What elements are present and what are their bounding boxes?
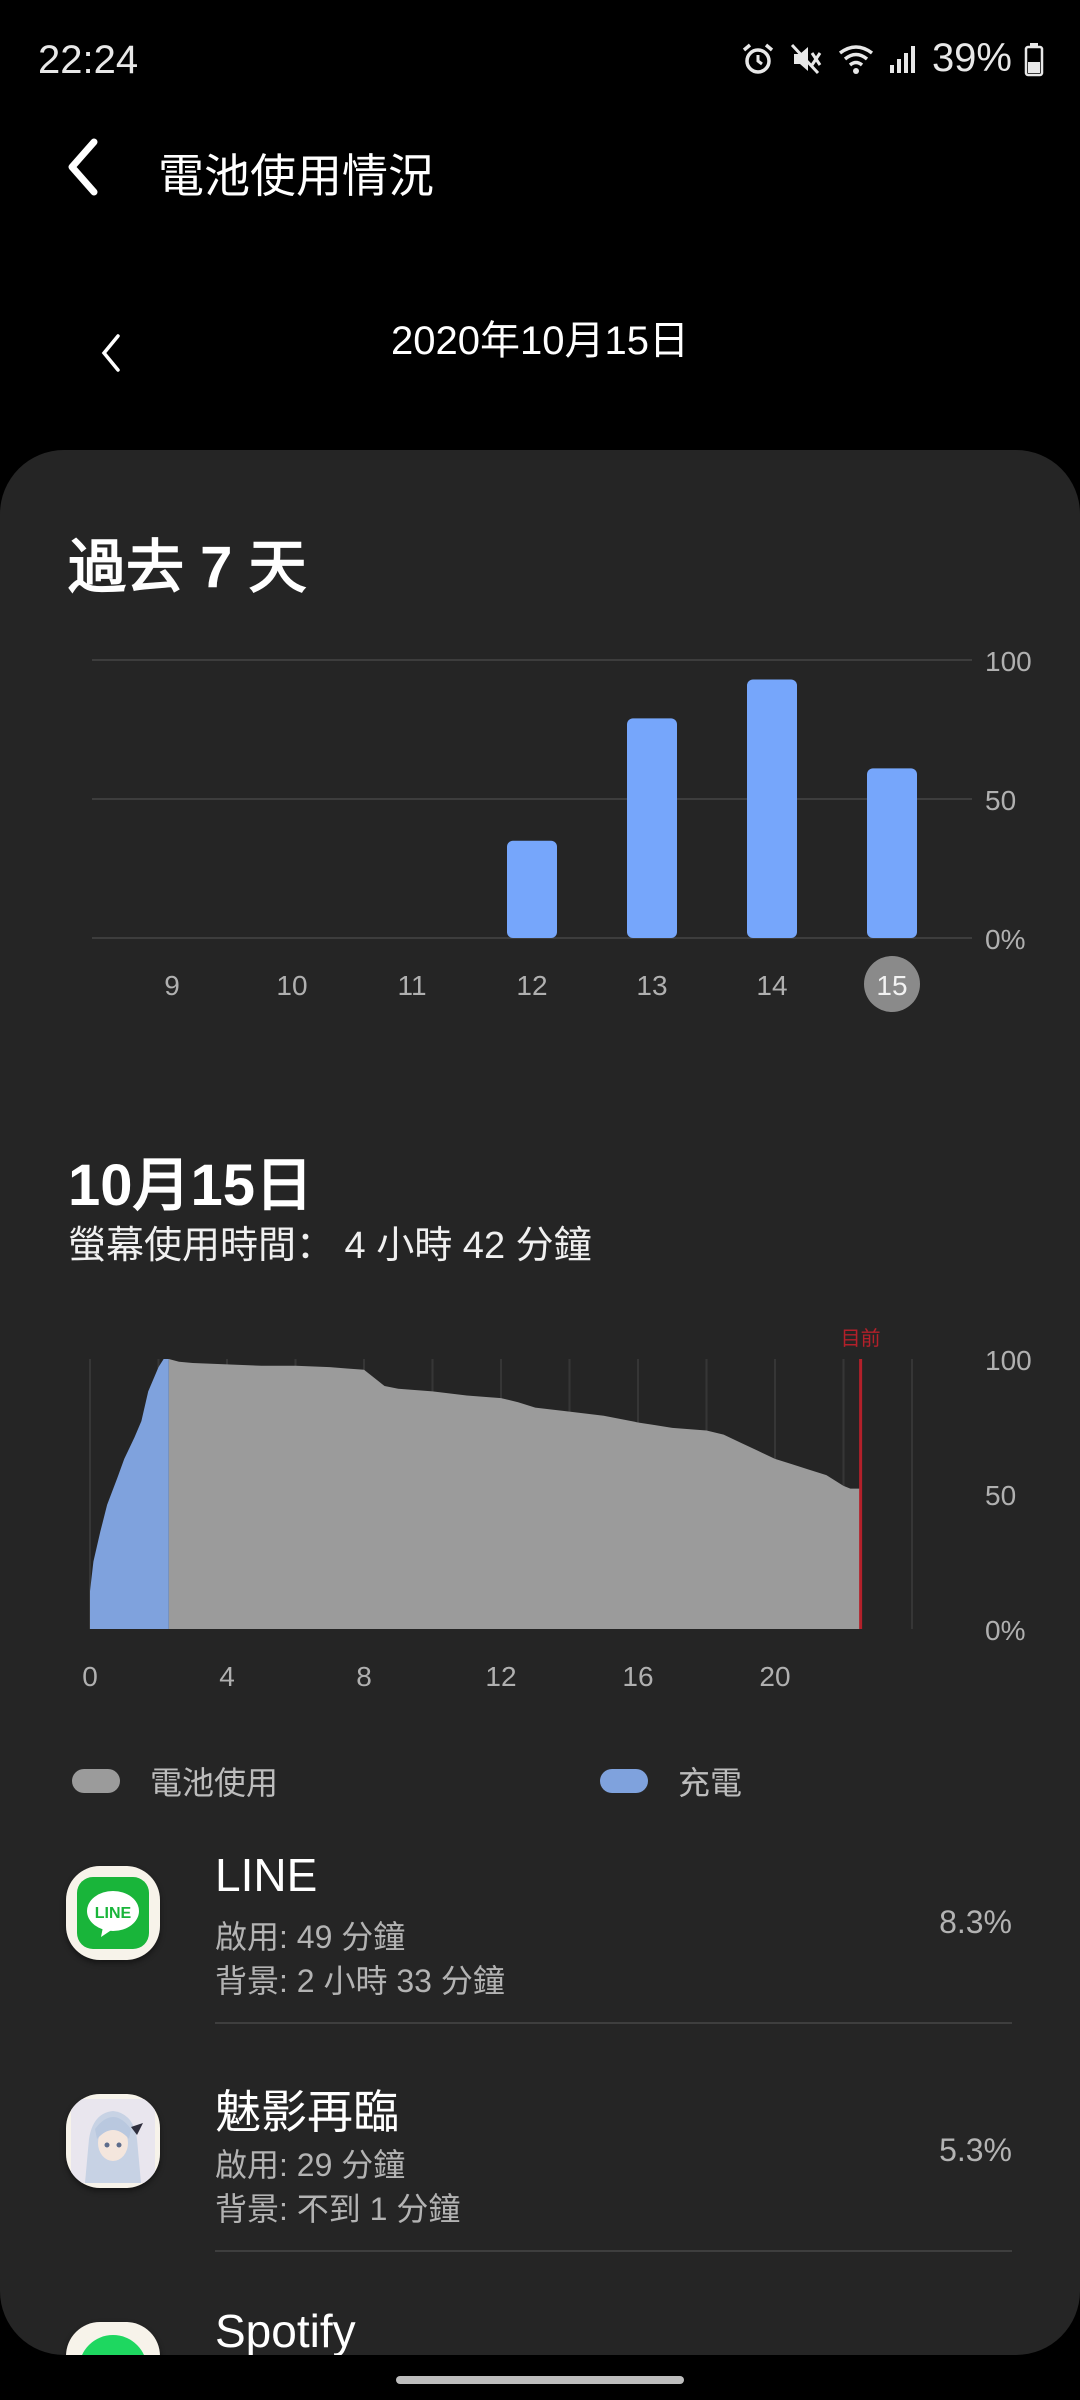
- spotify-app-icon: [66, 2322, 160, 2355]
- back-arrow-icon: [68, 138, 98, 196]
- bar: [867, 768, 917, 938]
- y-tick-label: 0%: [985, 924, 1025, 955]
- app-row-spotify[interactable]: Spotify: [0, 2296, 1080, 2355]
- x-tick-label: 16: [622, 1661, 653, 1692]
- y-tick-label: 100: [985, 1345, 1032, 1376]
- x-tick-label: 0: [82, 1661, 98, 1692]
- legend-charging-label: 充電: [678, 1765, 743, 1801]
- status-time: 22:24: [38, 38, 139, 82]
- page-title: 電池使用情況: [158, 150, 434, 202]
- y-tick-label: 50: [985, 785, 1016, 816]
- app-name: 魅影再臨: [215, 2086, 399, 2138]
- legend-battery-swatch: [72, 1769, 120, 1793]
- x-tick-label: 10: [276, 970, 307, 1001]
- alarm-icon: [740, 41, 776, 77]
- weekly-usage-chart: 100 50 0% 9 10 11 12 13 14 15: [92, 646, 1032, 1012]
- status-icons: 39%: [740, 36, 1044, 81]
- legend-battery-label: 電池使用: [150, 1765, 279, 1801]
- app-foreground-time: 啟用: 29 分鐘: [215, 2147, 406, 2183]
- week-section-title: 過去 7 天: [68, 535, 307, 600]
- legend-charging-swatch: [600, 1769, 648, 1793]
- legend-charging: 充電: [600, 1758, 742, 1804]
- x-tick-label: 15: [876, 970, 907, 1001]
- x-tick-label: 12: [485, 1661, 516, 1692]
- y-tick-label: 50: [985, 1480, 1016, 1511]
- app-background-time: 背景: 2 小時 33 分鐘: [215, 1963, 505, 1999]
- date-label: 2020年10月15日: [391, 319, 689, 363]
- app-usage-percent: 8.3%: [939, 1904, 1012, 1940]
- list-divider: [215, 2250, 1012, 2252]
- x-tick-label: 11: [397, 970, 426, 1001]
- back-button[interactable]: [62, 132, 122, 202]
- battery-percent: 39%: [931, 36, 1012, 80]
- game-app-icon: [66, 2094, 160, 2188]
- app-name: LINE: [215, 1849, 318, 1901]
- x-tick-label: 13: [636, 970, 667, 1001]
- x-tick-label: 4: [219, 1661, 235, 1692]
- home-indicator[interactable]: [396, 2376, 684, 2384]
- x-tick-label: 8: [356, 1661, 372, 1692]
- x-tick-label: 9: [164, 970, 180, 1001]
- app-row-line[interactable]: LINE LINE 啟用: 49 分鐘 背景: 2 小時 33 分鐘 8.3%: [0, 1840, 1080, 2068]
- wifi-icon: [836, 41, 876, 77]
- charging-area: [90, 1359, 169, 1629]
- y-tick-label: 100: [985, 646, 1032, 677]
- line-logo-text: LINE: [95, 1905, 132, 1922]
- bar: [747, 679, 797, 938]
- app-background-time: 背景: 不到 1 分鐘: [215, 2191, 461, 2227]
- x-tick-label: 20: [759, 1661, 790, 1692]
- mute-icon: [788, 41, 824, 77]
- list-divider: [215, 2022, 1012, 2024]
- day-section-title: 10月15日: [68, 1153, 314, 1218]
- line-app-icon: LINE: [66, 1866, 160, 1960]
- bar: [627, 718, 677, 938]
- now-marker-label: 目前: [841, 1327, 881, 1350]
- app-name: Spotify: [215, 2305, 356, 2355]
- x-tick-label: 12: [516, 970, 547, 1001]
- battery-use-area: [168, 1359, 861, 1629]
- battery-icon: [1024, 41, 1044, 77]
- screen-time-text: 螢幕使用時間： 4 小時 42 分鐘: [68, 1225, 592, 1267]
- y-tick-label: 0%: [985, 1615, 1025, 1646]
- app-foreground-time: 啟用: 49 分鐘: [215, 1919, 406, 1955]
- x-tick-label: 14: [756, 970, 787, 1001]
- daily-battery-chart: 100 50 0% 目前 0 4 8 12 16 20: [82, 1327, 1032, 1692]
- bar: [507, 840, 557, 938]
- app-usage-percent: 5.3%: [939, 2132, 1012, 2168]
- app-row-game[interactable]: 魅影再臨 啟用: 29 分鐘 背景: 不到 1 分鐘 5.3%: [0, 2068, 1080, 2296]
- signal-icon: [888, 41, 920, 77]
- legend-battery-use: 電池使用: [72, 1758, 278, 1804]
